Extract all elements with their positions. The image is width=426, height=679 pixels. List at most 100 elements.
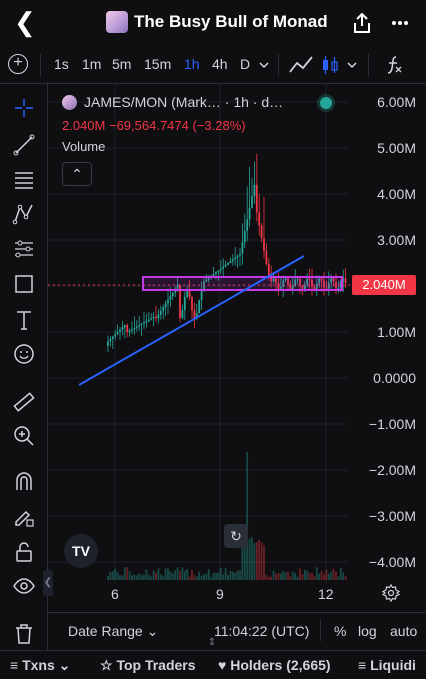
volume-bar xyxy=(152,570,155,580)
volume-bar xyxy=(181,567,184,580)
magnet-icon[interactable] xyxy=(12,470,36,494)
volume-bar xyxy=(265,574,268,580)
candle-body xyxy=(239,253,241,256)
page-title: The Busy Bull of Monad xyxy=(134,12,328,31)
tab-txns[interactable]: ≡ Txns ⌄ xyxy=(10,657,70,674)
candle-body xyxy=(248,207,251,220)
trend-line-icon[interactable] xyxy=(12,133,36,157)
volume-bar xyxy=(239,570,241,580)
tradingview-logo[interactable]: TV xyxy=(64,534,98,568)
volume-bar xyxy=(116,572,119,580)
legend-symbol[interactable]: JAMES/MON (Mark… · 1h · d… xyxy=(84,94,283,110)
volume-bar xyxy=(107,575,109,580)
volume-bar xyxy=(217,572,220,580)
candle-body xyxy=(191,297,193,311)
reset-chart-icon[interactable]: ↻ xyxy=(224,524,248,548)
crosshair-icon[interactable] xyxy=(12,96,36,120)
volume-bar xyxy=(263,545,265,580)
lock-icon[interactable] xyxy=(12,540,36,564)
trash-icon[interactable] xyxy=(12,622,36,646)
volume-bar xyxy=(275,573,277,580)
log-toggle[interactable]: log xyxy=(358,623,377,639)
chevron-down-icon[interactable] xyxy=(258,60,270,70)
pattern-icon[interactable] xyxy=(12,202,36,226)
volume-bar xyxy=(231,571,234,580)
candle-body xyxy=(111,336,114,339)
candle-body xyxy=(212,274,215,276)
price-tick: 6.00M xyxy=(377,94,416,110)
volume-bar xyxy=(150,576,153,580)
tab-txns-label: Txns xyxy=(22,657,55,673)
back-icon[interactable]: ❮ xyxy=(14,8,36,36)
candle-chart-icon[interactable] xyxy=(320,54,340,76)
volume-bar xyxy=(159,574,162,580)
candle-body xyxy=(231,259,234,262)
volume-bar xyxy=(123,567,126,580)
candle-body xyxy=(171,292,174,297)
price-tick: 0.0000 xyxy=(373,370,416,386)
bottom-tabs: ⇕ ≡ Txns ⌄ ☆ Top Traders ♥ Holders (2,66… xyxy=(0,637,426,679)
price-tick: −4.00M xyxy=(368,554,416,570)
volume-bar xyxy=(191,570,193,580)
visibility-icon[interactable] xyxy=(12,574,36,598)
volume-bar xyxy=(155,572,157,580)
candle-body xyxy=(215,272,217,275)
utc-clock[interactable]: 11:04:22 (UTC) xyxy=(214,623,309,639)
volume-bar xyxy=(279,573,282,580)
volume-bar xyxy=(143,574,145,580)
chevron-up-icon[interactable]: ⌃ xyxy=(62,162,92,186)
candle-body xyxy=(119,329,121,332)
tab-holders[interactable]: ♥ Holders (2,665) xyxy=(218,657,331,673)
percent-toggle[interactable]: % xyxy=(334,623,346,639)
volume-label[interactable]: Volume xyxy=(62,139,105,154)
candle-body xyxy=(258,212,261,226)
date-range-button[interactable]: Date Range ⌄ xyxy=(68,623,158,640)
candle-body xyxy=(128,330,131,332)
volume-bar xyxy=(222,574,225,580)
timeframe-d[interactable]: D xyxy=(240,56,250,72)
draw-mode-icon[interactable] xyxy=(12,504,36,528)
candle-body xyxy=(265,251,268,264)
timeframe-1m[interactable]: 1m xyxy=(82,56,101,72)
resize-handle-icon[interactable]: ⇕ xyxy=(206,637,218,651)
timeframe-5m[interactable]: 5m xyxy=(112,56,131,72)
candle-body xyxy=(198,300,201,314)
tab-liquidity[interactable]: ≡ Liquidi xyxy=(358,657,416,673)
volume-bar xyxy=(299,568,301,580)
candle-body xyxy=(135,326,138,328)
text-icon[interactable] xyxy=(12,308,36,332)
liquidity-icon: ≡ xyxy=(358,657,367,673)
chevron-down-icon[interactable] xyxy=(346,60,358,70)
prediction-icon[interactable] xyxy=(12,237,36,261)
emoji-icon[interactable] xyxy=(12,342,36,366)
timeframe-1s[interactable]: 1s xyxy=(54,56,69,72)
timeframe-4h[interactable]: 4h xyxy=(212,56,228,72)
candle-body xyxy=(227,263,229,265)
volume-bar xyxy=(332,568,335,580)
more-icon[interactable] xyxy=(390,12,410,34)
volume-bar xyxy=(294,572,297,580)
volume-bar xyxy=(330,571,333,580)
timeframe-1h[interactable]: 1h xyxy=(184,56,200,72)
volume-bar xyxy=(227,575,229,580)
gear-icon[interactable] xyxy=(382,584,400,602)
candle-body xyxy=(193,310,196,319)
indicators-icon[interactable] xyxy=(384,54,404,76)
horizontal-lines-icon[interactable] xyxy=(12,168,36,192)
add-symbol-icon[interactable]: + xyxy=(8,54,28,74)
tab-top-traders[interactable]: ☆ Top Traders xyxy=(100,657,196,674)
ruler-icon[interactable] xyxy=(12,390,36,414)
volume-bar xyxy=(140,574,143,580)
line-chart-icon[interactable] xyxy=(288,54,314,76)
volume-bar xyxy=(323,574,325,580)
share-icon[interactable] xyxy=(352,12,372,34)
volume-bar xyxy=(311,572,313,580)
rectangle-icon[interactable] xyxy=(12,272,36,296)
auto-toggle[interactable]: auto xyxy=(390,623,417,639)
candle-body xyxy=(241,242,244,254)
candle-body xyxy=(114,334,117,337)
volume-bar xyxy=(224,568,227,580)
zoom-in-icon[interactable] xyxy=(12,424,36,448)
timeframe-15m[interactable]: 15m xyxy=(144,56,171,72)
volume-bar xyxy=(260,542,263,580)
